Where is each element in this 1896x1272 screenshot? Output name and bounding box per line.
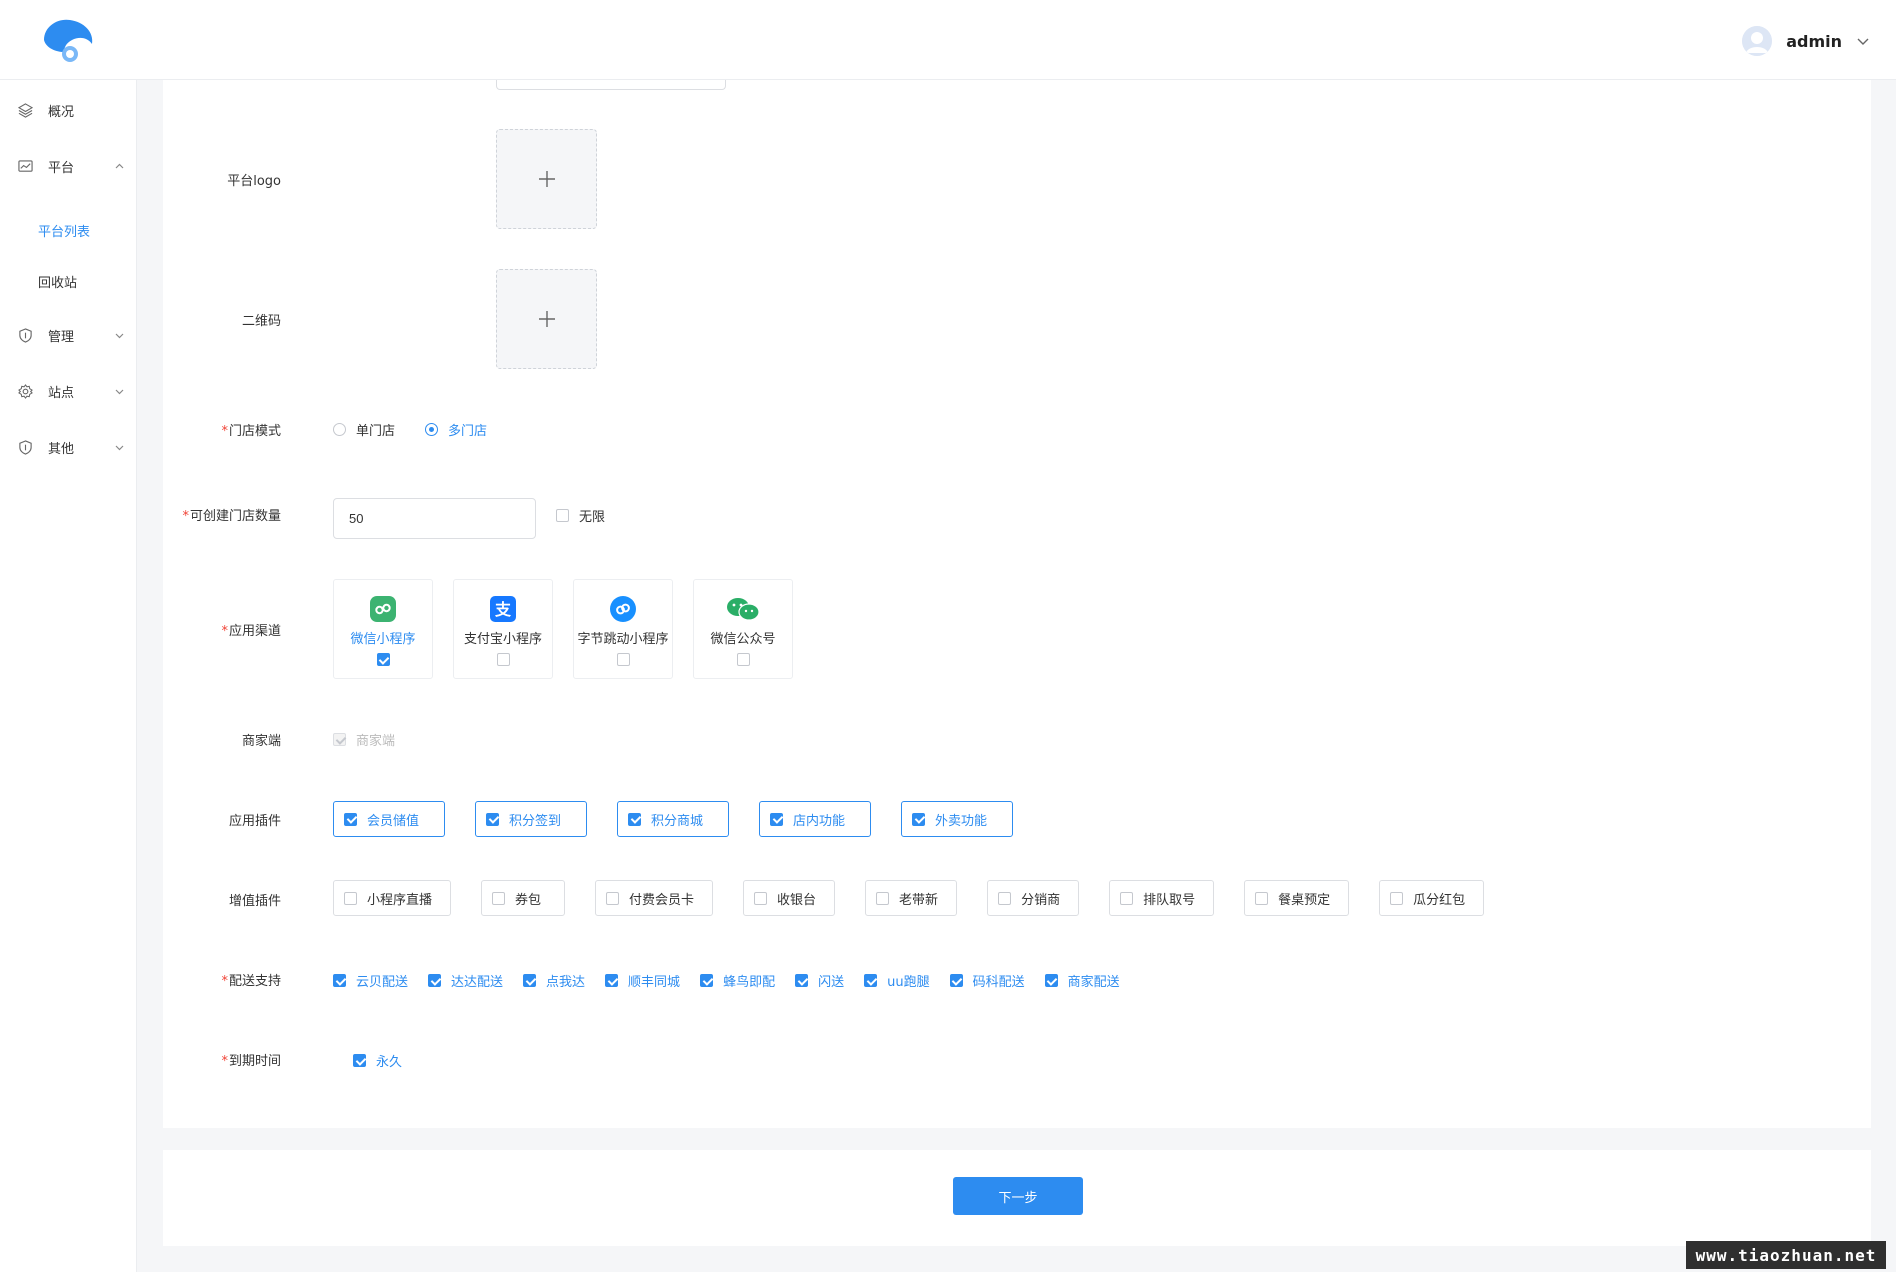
top-header: admin: [0, 0, 1896, 80]
channel-alipay-miniprogram[interactable]: 支 支付宝小程序: [453, 579, 553, 679]
sidebar-item-other[interactable]: 其他: [0, 432, 137, 462]
sidebar-item-label: 其他: [48, 441, 75, 457]
value-plugin-option[interactable]: 收银台: [743, 880, 836, 916]
channel-checkbox[interactable]: [616, 653, 630, 666]
logo-label: 平台logo: [227, 174, 281, 189]
delivery-option[interactable]: 达达配送: [428, 971, 503, 990]
expiry-permanent-checkbox[interactable]: 永久: [353, 1051, 402, 1070]
plugin-option[interactable]: 会员储值: [333, 801, 445, 837]
store-count-input[interactable]: [333, 498, 536, 539]
sidebar-item-platform[interactable]: 平台: [0, 151, 137, 181]
store-mode-label: *门店模式: [221, 424, 281, 439]
chevron-down-icon: [115, 445, 124, 451]
plugin-option[interactable]: 积分商城: [617, 801, 729, 837]
sidebar-item-overview[interactable]: 概况: [0, 95, 137, 125]
bytedance-miniprogram-icon: [610, 596, 636, 622]
merchant-label: 商家端: [241, 734, 281, 749]
store-mode-single-radio[interactable]: 单门店: [333, 420, 395, 439]
value-plugin-option[interactable]: 付费会员卡: [595, 880, 714, 916]
plugin-option[interactable]: 外卖功能: [901, 801, 1013, 837]
delivery-label: *配送支持: [221, 974, 281, 989]
gear-icon: [18, 384, 33, 399]
chevron-down-icon: [115, 333, 124, 339]
delivery-option[interactable]: 蜂鸟即配: [700, 971, 775, 990]
sidebar-subitem-label: 平台列表: [38, 224, 91, 240]
value-plugin-option[interactable]: 餐桌预定: [1244, 880, 1350, 916]
channel-list: 微信小程序 支 支付宝小程序 字节跳动小程序 微信公众号: [333, 579, 793, 679]
channel-checkbox[interactable]: [496, 653, 510, 666]
delivery-option[interactable]: 闪送: [795, 971, 844, 990]
value-plugin-option[interactable]: 小程序直播: [333, 880, 452, 916]
sidebar-subitem-platform-list[interactable]: 平台列表: [0, 216, 137, 244]
chart-icon: [18, 160, 33, 172]
plugin-option[interactable]: 积分签到: [475, 801, 587, 837]
delivery-option[interactable]: uu跑腿: [864, 971, 930, 990]
alipay-icon: 支: [490, 596, 516, 622]
channel-wechat-official[interactable]: 微信公众号: [693, 579, 793, 679]
plugins-label: 应用插件: [228, 814, 281, 829]
user-menu[interactable]: admin: [1742, 26, 1870, 56]
plugin-option[interactable]: 店内功能: [759, 801, 871, 837]
value-plugin-option[interactable]: 排队取号: [1109, 880, 1215, 916]
username[interactable]: admin: [1786, 32, 1842, 51]
sidebar-item-site[interactable]: 站点: [0, 376, 137, 406]
delivery-option[interactable]: 商家配送: [1044, 971, 1120, 990]
plus-icon: [538, 171, 555, 187]
chevron-up-icon: [115, 163, 124, 169]
wechat-miniprogram-icon: [370, 596, 396, 622]
store-mode-radio-group: 单门店 多门店: [333, 420, 487, 439]
delivery-option[interactable]: 云贝配送: [333, 971, 408, 990]
sidebar-item-label: 管理: [48, 329, 75, 345]
shield-icon: [19, 440, 32, 455]
value-plugin-option[interactable]: 分销商: [987, 880, 1080, 916]
sidebar-subitem-label: 回收站: [38, 275, 78, 291]
unlimited-checkbox[interactable]: 无限: [556, 506, 605, 525]
wechat-icon: [727, 598, 760, 621]
brand-logo-icon[interactable]: [42, 18, 94, 64]
next-step-button[interactable]: 下一步: [953, 1177, 1083, 1215]
sidebar-subitem-recycle-bin[interactable]: 回收站: [0, 267, 137, 295]
layers-icon: [18, 103, 33, 118]
sidebar-item-label: 站点: [48, 385, 75, 401]
plugins-list: 会员储值 积分签到 积分商城 店内功能 外卖功能: [333, 801, 1013, 837]
expiry-label: *到期时间: [221, 1054, 281, 1069]
sidebar-item-manage[interactable]: 管理: [0, 320, 137, 350]
delivery-list: 云贝配送 达达配送 点我达 顺丰同城 蜂鸟即配 闪送 uu跑腿 码科配送 商家配…: [333, 971, 1120, 990]
page: admin 概况 平台 平台列表 回收站 管理 站点 其他 平台logo 二维码…: [0, 0, 1896, 1272]
sidebar: 概况 平台 平台列表 回收站 管理 站点 其他: [0, 80, 137, 1272]
watermark: www.tiaozhuan.net: [1686, 1241, 1886, 1269]
delivery-option[interactable]: 点我达: [523, 971, 585, 990]
store-mode-multi-radio[interactable]: 多门店: [425, 420, 487, 439]
delivery-option[interactable]: 码科配送: [949, 971, 1025, 990]
plus-icon: [538, 311, 555, 327]
form-panel: 平台logo 二维码 *门店模式 单门店 多门店 *可创建门店数量 50 无限 …: [163, 80, 1871, 1128]
shield-icon: [19, 328, 32, 343]
value-plugin-option[interactable]: 老带新: [865, 880, 958, 916]
value-plugin-option[interactable]: 券包: [481, 880, 566, 916]
merchant-checkbox: 商家端: [333, 730, 395, 749]
sidebar-item-label: 概况: [48, 104, 75, 120]
logo-upload[interactable]: [496, 129, 597, 229]
avatar[interactable]: [1742, 26, 1773, 56]
channel-wechat-miniprogram[interactable]: 微信小程序: [333, 579, 433, 679]
channels-label: *应用渠道: [221, 624, 281, 639]
qrcode-label: 二维码: [241, 314, 281, 329]
value-plugins-label: 增值插件: [228, 894, 281, 909]
channel-checkbox[interactable]: [736, 653, 750, 666]
platform-name-input[interactable]: [496, 80, 726, 90]
channel-checkbox[interactable]: [376, 653, 390, 666]
channel-bytedance-miniprogram[interactable]: 字节跳动小程序: [573, 579, 673, 679]
chevron-down-icon[interactable]: [1856, 34, 1870, 48]
sidebar-item-label: 平台: [48, 160, 75, 176]
delivery-option[interactable]: 顺丰同城: [605, 971, 680, 990]
qrcode-upload[interactable]: [496, 269, 597, 369]
svg-text:支: 支: [494, 600, 512, 619]
value-plugins-list: 小程序直播 券包 付费会员卡 收银台 老带新 分销商 排队取号 餐桌预定 瓜分红…: [333, 880, 1485, 916]
footer-panel: 下一步: [163, 1150, 1871, 1246]
store-count-label: *可创建门店数量: [182, 509, 281, 524]
chevron-down-icon: [115, 389, 124, 395]
value-plugin-option[interactable]: 瓜分红包: [1379, 880, 1485, 916]
